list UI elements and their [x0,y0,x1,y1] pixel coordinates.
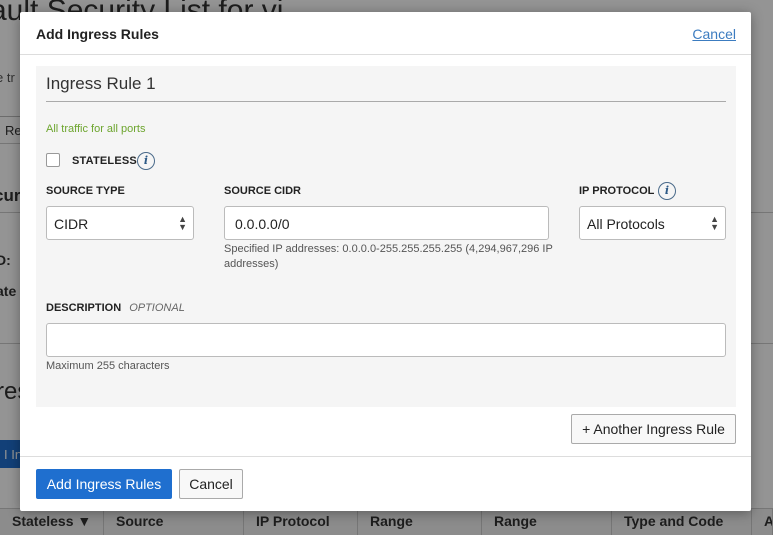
description-input[interactable] [46,323,726,357]
stateless-checkbox[interactable] [46,153,60,167]
source-type-select[interactable]: CIDR ▲ ▼ [46,206,194,240]
optional-tag: OPTIONAL [129,302,185,314]
dialog-title: Add Ingress Rules [36,26,159,42]
source-type-value: CIDR [54,216,89,232]
source-cidr-hint: Specified IP addresses: 0.0.0.0-255.255.… [224,243,553,270]
ingress-rule-panel: Ingress Rule 1 All traffic for all ports… [36,66,736,407]
info-icon[interactable]: i [137,152,155,170]
source-cidr-input[interactable]: 0.0.0.0/0 [224,206,549,240]
ip-protocol-select[interactable]: All Protocols ▲ ▼ [579,206,726,240]
stateless-label: STATELESS [72,155,137,167]
source-cidr-label: SOURCE CIDR [224,185,302,197]
footer-divider [20,456,751,457]
another-ingress-rule-button[interactable]: + Another Ingress Rule [571,414,736,444]
chevron-updown-icon: ▲ ▼ [178,214,187,232]
description-label-text: DESCRIPTION [46,302,122,314]
chevron-updown-icon: ▲ ▼ [710,214,719,232]
dialog-header: Add Ingress Rules Cancel [20,12,751,55]
add-ingress-rules-button[interactable]: Add Ingress Rules [36,469,172,499]
ip-protocol-value: All Protocols [587,216,665,232]
description-label: DESCRIPTION OPTIONAL [46,302,185,314]
traffic-summary: All traffic for all ports [46,123,146,135]
cancel-button[interactable]: Cancel [179,469,243,499]
ip-protocol-label: IP PROTOCOL [579,185,655,197]
source-type-label: SOURCE TYPE [46,185,125,197]
cancel-link[interactable]: Cancel [692,26,736,42]
info-icon[interactable]: i [658,182,676,200]
rule-title: Ingress Rule 1 [46,74,726,102]
add-ingress-rules-dialog: Add Ingress Rules Cancel Ingress Rule 1 … [20,12,751,511]
description-hint: Maximum 255 characters [46,360,170,372]
